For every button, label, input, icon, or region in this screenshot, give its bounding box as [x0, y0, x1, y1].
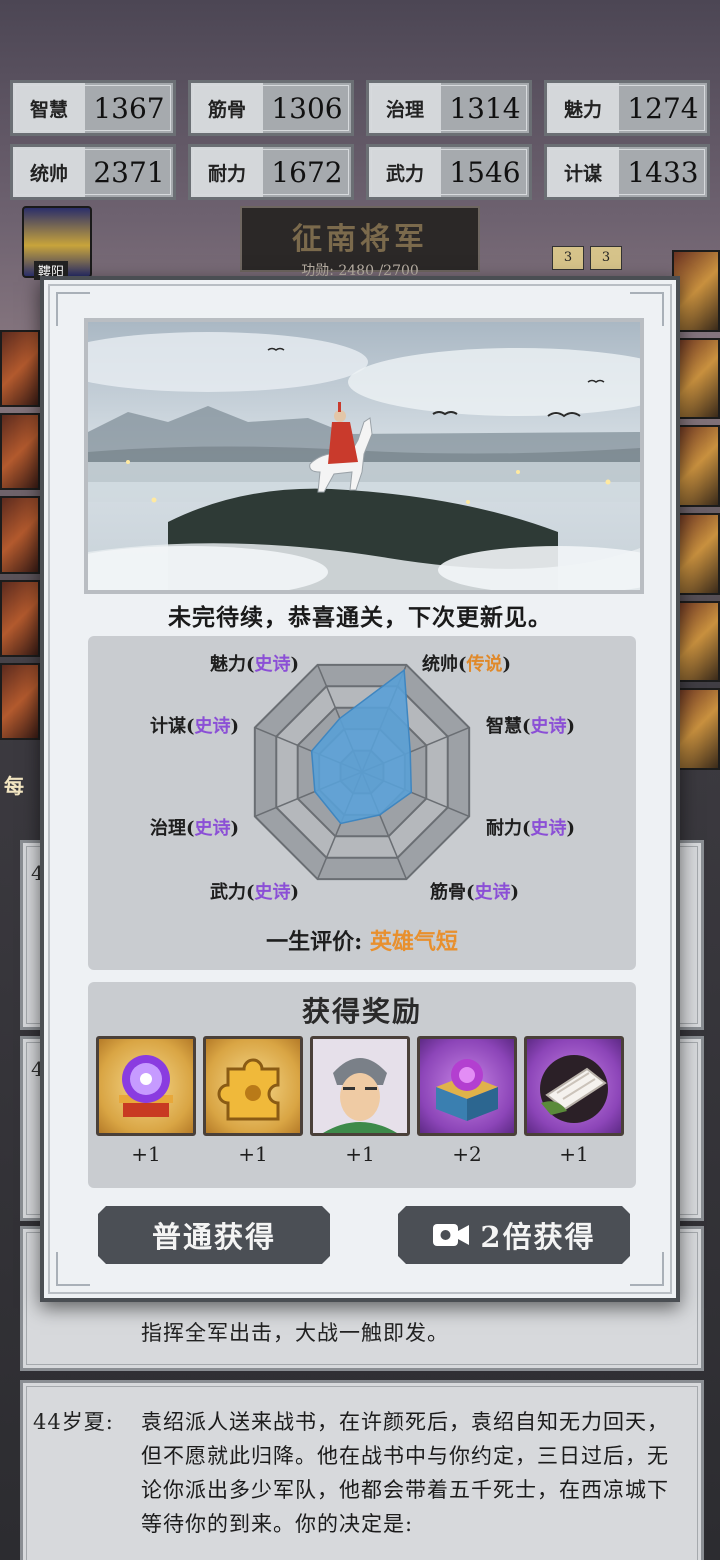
- stat-label: 武力: [369, 147, 441, 197]
- normal-claim-label: 普通获得: [151, 1220, 276, 1254]
- reward-item[interactable]: +2: [417, 1036, 517, 1166]
- reward-count: +1: [559, 1142, 589, 1166]
- reward-list: +1 +1 +1 +2 +1: [96, 1036, 624, 1166]
- attr-label-martial: 武力(史诗): [210, 882, 300, 903]
- side-label: 每: [4, 774, 24, 798]
- stat-label: 筋骨: [191, 83, 263, 133]
- reward-item[interactable]: +1: [310, 1036, 410, 1166]
- life-eval-value: 英雄气短: [369, 929, 458, 955]
- puzzle-piece-icon: [203, 1036, 303, 1136]
- stat-label: 耐力: [191, 147, 263, 197]
- video-camera-icon: [432, 1221, 470, 1249]
- attr-label-wisdom: 智慧(史诗): [486, 716, 576, 737]
- stat-value: 1433: [619, 147, 707, 197]
- ending-dialog: 未完待续，恭喜通关，下次更新见。 魅力(史诗) 统帅(传说) 智慧(史诗) 耐力…: [40, 276, 680, 1302]
- frame-corner: [630, 1252, 664, 1286]
- life-eval-label: 一生评价:: [266, 929, 363, 955]
- stat-cell: 魅力 1274: [544, 80, 710, 136]
- stat-cell: 治理 1314: [366, 80, 532, 136]
- stat-value: 1672: [263, 147, 351, 197]
- stat-label: 智慧: [13, 83, 85, 133]
- stat-value: 1306: [263, 83, 351, 133]
- left-portrait-column: [0, 330, 40, 741]
- stat-value: 1367: [85, 83, 173, 133]
- reward-panel: 获得奖励 +1 +1 +1 +2 +1: [88, 982, 636, 1188]
- stat-cell: 筋骨 1306: [188, 80, 354, 136]
- reward-item[interactable]: +1: [203, 1036, 303, 1166]
- stat-value: 2371: [85, 147, 173, 197]
- attr-label-stamina: 耐力(史诗): [486, 818, 576, 839]
- treasure-chest-icon: [417, 1036, 517, 1136]
- attr-label-strategy: 计谋(史诗): [150, 716, 240, 737]
- event-age: 44岁夏:: [33, 1410, 114, 1434]
- stat-cell: 计谋 1433: [544, 144, 710, 200]
- silk-cloth-icon: [524, 1036, 624, 1136]
- portrait-thumb[interactable]: [0, 579, 40, 657]
- reward-count: +1: [131, 1142, 161, 1166]
- ending-message: 未完待续，恭喜通关，下次更新见。: [168, 604, 552, 631]
- ending-illustration: [84, 318, 644, 594]
- portrait-thumb[interactable]: [0, 662, 40, 741]
- reward-item[interactable]: +1: [524, 1036, 624, 1166]
- stat-label: 治理: [369, 83, 441, 133]
- purple-orb-icon: [96, 1036, 196, 1136]
- rank-plaque: 征南将军 功勋: 2480 /2700: [240, 206, 480, 279]
- reward-count: +2: [452, 1142, 482, 1166]
- evaluation-panel: 魅力(史诗) 统帅(传说) 智慧(史诗) 耐力(史诗) 筋骨(史诗) 武力(史诗…: [88, 636, 636, 970]
- level-badge: 3: [552, 246, 584, 270]
- stat-value: 1546: [441, 147, 529, 197]
- reward-count: +1: [345, 1142, 375, 1166]
- normal-claim-button[interactable]: 普通获得: [98, 1206, 330, 1264]
- reward-count: +1: [238, 1142, 268, 1166]
- event-text: 袁绍派人送来战书，在许颜死后，袁绍自知无力回天，但不愿就此归降。他在战书中与你约…: [141, 1410, 669, 1536]
- double-claim-label: 2倍获得: [480, 1220, 596, 1254]
- city-emblem-icon[interactable]: 鞻阳: [22, 206, 92, 280]
- general-portrait-icon: [310, 1036, 410, 1136]
- attribute-radar-chart: [253, 663, 471, 881]
- life-evaluation: 一生评价: 英雄气短: [88, 924, 636, 956]
- portrait-thumb[interactable]: [0, 330, 40, 408]
- stat-cell: 耐力 1672: [188, 144, 354, 200]
- stats-grid: 智慧 1367 筋骨 1306 治理 1314 魅力 1274 统帅 2371 耐力 167…: [10, 80, 710, 200]
- attr-label-charisma: 魅力(史诗): [210, 654, 300, 675]
- event-card: 44岁夏: 袁绍派人送来战书，在许颜死后，袁绍自知无力回天，但不愿就此归降。他在…: [20, 1380, 704, 1560]
- level-badge: 3: [590, 246, 622, 270]
- attr-label-physique: 筋骨(史诗): [430, 882, 520, 903]
- stat-value: 1314: [441, 83, 529, 133]
- portrait-thumb[interactable]: [0, 413, 40, 491]
- portrait-thumb[interactable]: [0, 496, 40, 574]
- attr-label-command: 统帅(传说): [422, 654, 512, 675]
- stat-cell: 统帅 2371: [10, 144, 176, 200]
- reward-title: 获得奖励: [301, 995, 422, 1028]
- stat-cell: 智慧 1367: [10, 80, 176, 136]
- event-text: 指挥全军出击，大战一触即发。: [141, 1321, 449, 1345]
- stat-label: 魅力: [547, 83, 619, 133]
- stat-label: 统帅: [13, 147, 85, 197]
- stat-label: 计谋: [547, 147, 619, 197]
- general-badges: 3 3: [552, 246, 622, 270]
- rank-title: 征南将军: [292, 222, 428, 257]
- frame-corner: [56, 1252, 90, 1286]
- reward-item[interactable]: +1: [96, 1036, 196, 1166]
- double-claim-button[interactable]: 2倍获得: [398, 1206, 630, 1264]
- stat-value: 1274: [619, 83, 707, 133]
- stat-cell: 武力 1546: [366, 144, 532, 200]
- attr-label-governance: 治理(史诗): [150, 818, 240, 839]
